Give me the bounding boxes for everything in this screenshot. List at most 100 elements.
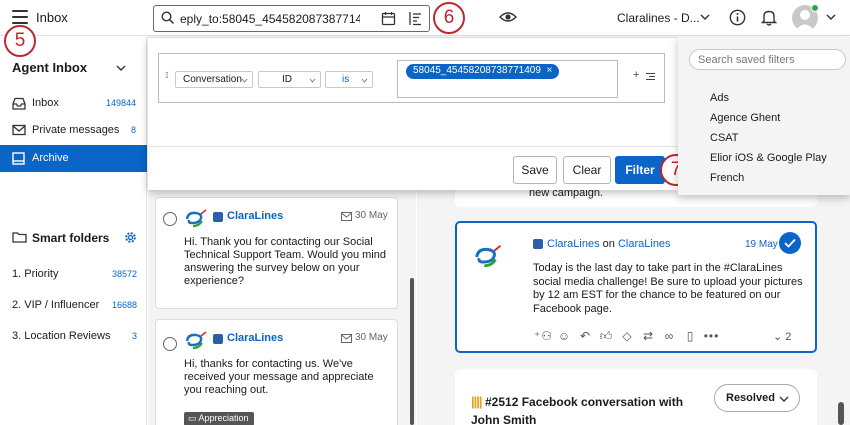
info-icon[interactable] [729,9,746,26]
attribute-value: ID [282,74,292,85]
status-dropdown[interactable]: Resolved [714,384,800,412]
eye-icon[interactable] [499,9,517,25]
smart-folder-item[interactable]: 2. VIP / Influencer 16688 [12,299,137,311]
hamburger-menu-icon[interactable] [12,10,28,24]
smart-folder-item[interactable]: 1. Priority 38572 [12,268,137,280]
sidebar-item-count: 8 [130,125,136,135]
chevron-down-icon[interactable] [700,13,710,21]
attribute-dropdown[interactable]: ID [258,71,321,88]
search-input[interactable]: eply_to:58045_45458208738771409 [153,5,430,32]
tag-icon[interactable]: ◇ [617,329,638,343]
select-checkbox[interactable] [163,212,177,226]
search-value: eply_to:58045_45458208738771409 [180,12,360,26]
sidebar-item-label: Private messages [32,124,120,136]
post-page[interactable]: ClaraLines [618,238,671,250]
sidebar-title[interactable]: Agent Inbox [12,60,87,75]
claralines-logo-icon [185,209,207,228]
post-date: 19 May [745,239,778,250]
translate-icon[interactable]: ⇄ [638,329,659,343]
reply-icon[interactable]: ↶ [575,329,596,343]
drag-handle-icon[interactable]: ⁞⁞ [165,71,169,80]
reply-count-value: 2 [785,331,792,343]
author-name[interactable]: ClaraLines [227,210,283,222]
operator-dropdown[interactable]: is [325,71,373,88]
clipboard-icon[interactable]: ▯ [680,329,701,343]
message-date: 30 May [355,210,388,221]
more-icon[interactable]: ••• [701,329,722,343]
saved-filter-item[interactable]: Ads [710,92,729,104]
saved-filter-item[interactable]: Elior iOS & Google Play [710,152,827,164]
add-condition-icon[interactable]: + [633,69,639,81]
facebook-icon [213,334,223,344]
list-item[interactable]: ClaraLines 30 May Hi. Thank you for cont… [155,197,398,309]
filter-sort-icon[interactable] [408,11,423,26]
filter-button[interactable]: Filter [615,156,665,184]
list-scrollbar[interactable] [410,278,414,425]
post-author[interactable]: ClaraLines [547,238,600,250]
saved-filter-item[interactable]: French [710,172,744,184]
author-name[interactable]: ClaraLines [227,332,283,344]
post-body: Today is the last day to take part in th… [533,262,803,315]
add-user-icon[interactable]: ⁺⚇ [533,329,554,343]
claralines-logo-icon [185,331,207,350]
chevron-down-icon [241,78,248,83]
post-header: ClaraLines on ClaraLines [547,238,671,250]
remove-condition-icon[interactable] [646,72,655,81]
saved-filter-item[interactable]: Agence Ghent [710,112,780,124]
sidebar-item-label: Inbox [32,97,59,109]
value-input[interactable]: 58045_45458208738771409 × [397,60,618,98]
facebook-icon [533,239,543,249]
smart-folder-count: 38572 [111,269,137,279]
calendar-icon[interactable] [381,11,396,26]
chevron-down-icon[interactable] [826,13,836,21]
close-icon[interactable]: × [544,65,552,76]
tag-badge[interactable]: ▭ Appreciation [184,412,254,425]
post-on-word: on [602,238,615,250]
like-icon[interactable]: 👍︎ [596,329,617,344]
select-checkbox[interactable] [163,337,177,351]
mail-icon [341,212,352,221]
field-dropdown[interactable]: Conversation [175,71,253,88]
link-icon[interactable]: ∞ [659,329,680,343]
emoji-icon[interactable]: ☺ [554,329,575,343]
folder-icon [12,232,27,243]
bell-icon[interactable] [761,9,777,26]
smart-folder-item[interactable]: 3. Location Reviews 3 [12,330,137,342]
operator-value: is [342,74,350,85]
clear-button[interactable]: Clear [563,156,611,184]
saved-filters-panel: Search saved filters Ads Agence Ghent CS… [678,37,850,195]
sidebar: Agent Inbox Inbox 149844 Private message… [0,25,147,425]
filter-panel: ⁞⁞ Conversation ID is 58045_454582087387… [148,37,692,190]
divider [148,146,678,147]
saved-filter-item[interactable]: CSAT [710,132,739,144]
callout-badge-6: 6 [433,2,465,34]
chevron-down-icon[interactable] [116,64,126,72]
value-chip[interactable]: 58045_45458208738771409 × [406,64,560,79]
reply-count[interactable]: ⌄ 2 [773,330,791,343]
sidebar-item-count: 149844 [105,98,136,108]
tag-label: Appreciation [198,413,249,423]
sidebar-item-archive[interactable]: Archive [0,145,147,172]
sidebar-item-inbox[interactable]: Inbox 149844 [0,90,147,117]
conversation-card[interactable]: |||| #2512 Facebook conversation with Jo… [455,369,817,425]
list-item[interactable]: ClaraLines 30 May Hi, thanks for contact… [155,319,398,425]
checkmark-icon[interactable] [779,232,801,254]
save-button[interactable]: Save [513,156,557,184]
smart-folders-title: Smart folders [32,231,110,245]
facebook-icon [213,212,223,222]
sidebar-item-private-messages[interactable]: Private messages 8 [0,117,147,144]
detail-scrollbar[interactable] [838,402,844,425]
chevron-down-icon [309,78,316,83]
saved-filters-search[interactable]: Search saved filters [689,49,846,70]
smart-folder-count: 16688 [111,300,137,310]
archive-icon [12,152,25,165]
post-card[interactable]: ClaraLines on ClaraLines 19 May Today is… [455,221,817,353]
mail-icon [341,334,352,343]
field-value: Conversation [183,74,242,85]
sidebar-item-label: Archive [32,152,69,164]
chevron-down-icon [779,396,789,402]
conversation-title: #2512 Facebook conversation with John Sm… [471,395,684,425]
chevron-down-icon [361,78,368,83]
gear-icon[interactable] [124,231,137,244]
brand-selector[interactable]: Claralines - D... [617,11,700,25]
